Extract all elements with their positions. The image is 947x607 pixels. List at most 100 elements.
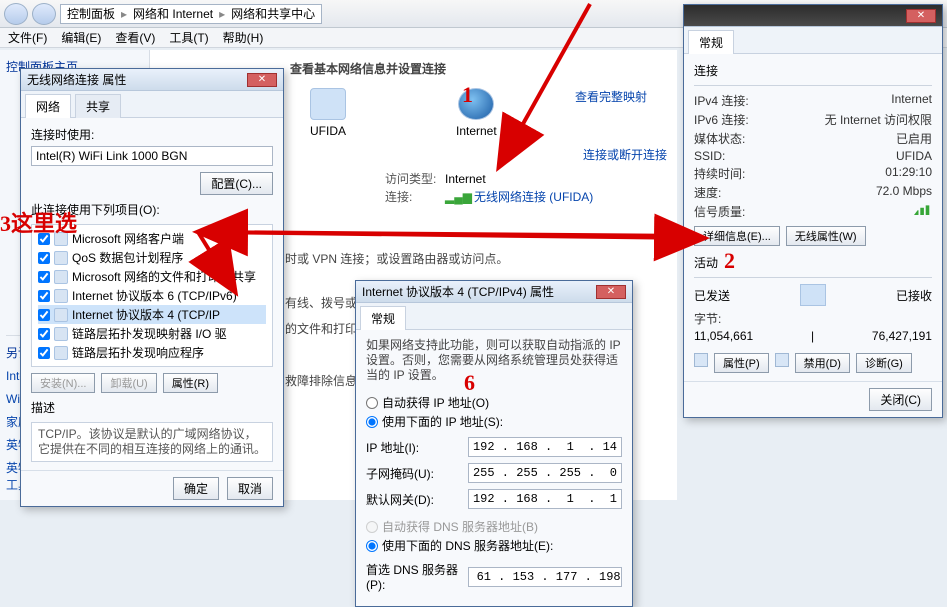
dns1-field[interactable] — [468, 567, 622, 587]
cancel-button[interactable]: 取消 — [227, 477, 273, 500]
breadcrumb-a[interactable]: 控制面板 — [67, 5, 115, 22]
ipv6-icon — [54, 289, 68, 303]
vpn-text: 时或 VPN 连接；或设置路由器或访问点。 — [285, 250, 508, 267]
mask-field[interactable] — [468, 463, 622, 483]
menu-edit[interactable]: 编辑(E) — [61, 29, 101, 46]
uninstall-button[interactable]: 卸载(U) — [101, 373, 156, 393]
section-title: 查看基本网络信息并设置连接 — [290, 60, 446, 77]
radio-manual-dns[interactable] — [366, 540, 378, 552]
conn-using-label: 连接时使用: — [31, 126, 273, 143]
tab-general-ipv4[interactable]: 常规 — [360, 306, 406, 330]
breadcrumb-c[interactable]: 网络和共享中心 — [231, 5, 315, 22]
radio-auto-ip[interactable] — [366, 397, 378, 409]
tab-network[interactable]: 网络 — [25, 94, 71, 118]
shield-icon-2 — [775, 353, 789, 367]
signal-icon: ▂▄▆ — [445, 190, 472, 204]
close-button[interactable]: 关闭(C) — [869, 388, 932, 411]
desc-label: 描述 — [31, 399, 273, 416]
qos-icon — [54, 251, 68, 265]
tab-share[interactable]: 共享 — [75, 94, 121, 118]
nav-back-button[interactable] — [4, 3, 28, 25]
access-type-label: 访问类型: — [385, 170, 445, 188]
wifiprops-title: 无线网络连接 属性 — [27, 71, 126, 88]
protocol-list: Microsoft 网络客户端 QoS 数据包计划程序 Microsoft 网络… — [31, 224, 273, 367]
chk-2[interactable] — [38, 271, 50, 283]
status-props-button[interactable]: 属性(P) — [714, 353, 769, 373]
chk-1[interactable] — [38, 252, 50, 264]
menu-tools[interactable]: 工具(T) — [169, 29, 208, 46]
item-2[interactable]: Microsoft 网络的文件和打印机共享 — [72, 268, 256, 285]
conn-value-link[interactable]: 无线网络连接 (UFIDA) — [474, 190, 593, 204]
ssid-value: UFIDA — [896, 149, 932, 163]
menu-file[interactable]: 文件(F) — [8, 29, 47, 46]
breadcrumb-b[interactable]: 网络和 Internet — [133, 5, 213, 22]
ipv4-value: Internet — [891, 92, 932, 109]
install-button[interactable]: 安装(N)... — [31, 373, 95, 393]
pc-icon — [310, 88, 346, 120]
spd-value: 72.0 Mbps — [876, 184, 932, 201]
menu-help[interactable]: 帮助(H) — [223, 29, 264, 46]
signal-bars-icon — [914, 203, 932, 215]
adapter-field[interactable] — [31, 146, 273, 166]
manual-dns-label[interactable]: 使用下面的 DNS 服务器地址(E): — [382, 537, 553, 554]
access-type-value: Internet — [445, 172, 486, 186]
bytes-label: 字节: — [694, 310, 721, 327]
shield-icon — [694, 353, 708, 367]
node-ufida: UFIDA — [310, 124, 346, 138]
configure-button[interactable]: 配置(C)... — [200, 172, 273, 195]
annotation-2: 2 — [724, 248, 735, 274]
ssid-label: SSID: — [694, 149, 725, 163]
lltd2-icon — [54, 346, 68, 360]
gateway-label: 默认网关(D): — [366, 491, 468, 508]
chk-6[interactable] — [38, 347, 50, 359]
radio-manual-ip[interactable] — [366, 416, 378, 428]
close-icon[interactable]: ✕ — [906, 9, 936, 23]
full-map-link[interactable]: 查看完整映射 — [575, 88, 647, 105]
item-0[interactable]: Microsoft 网络客户端 — [72, 230, 184, 247]
chk-5[interactable] — [38, 328, 50, 340]
chk-4[interactable] — [38, 309, 50, 321]
sent-label: 已发送 — [694, 287, 730, 304]
sent-value: 11,054,661 — [694, 329, 753, 343]
monitor-icon — [800, 284, 826, 306]
ok-button[interactable]: 确定 — [173, 477, 219, 500]
conn-label: 连接: — [385, 188, 445, 206]
properties-button[interactable]: 属性(R) — [163, 373, 218, 393]
details-button[interactable]: 详细信息(E)... — [694, 226, 780, 246]
auto-ip-label[interactable]: 自动获得 IP 地址(O) — [382, 394, 489, 411]
tab-general-status[interactable]: 常规 — [688, 30, 734, 54]
annotation-6: 6 — [464, 370, 475, 396]
ip-addr-field[interactable] — [468, 437, 622, 457]
node-internet: Internet — [456, 124, 497, 138]
breadcrumb[interactable]: 控制面板▸ 网络和 Internet▸ 网络和共享中心 — [60, 4, 322, 24]
ipv4-blurb: 如果网络支持此功能，则可以获取自动指派的 IP 设置。否则，您需要从网络系统管理… — [366, 338, 622, 383]
desc-box: TCP/IP。该协议是默认的广域网络协议，它提供在不同的相互连接的网络上的通讯。 — [31, 422, 273, 462]
item-1[interactable]: QoS 数据包计划程序 — [72, 249, 183, 266]
diag-button[interactable]: 诊断(G) — [856, 353, 912, 373]
item-6[interactable]: 链路层拓扑发现响应程序 — [72, 344, 204, 361]
dns1-label: 首选 DNS 服务器(P): — [366, 561, 468, 592]
close-icon[interactable]: ✕ — [247, 73, 277, 87]
ipv4-icon — [54, 308, 68, 322]
conn-link[interactable]: 连接或断开连接 — [583, 146, 667, 163]
mask-label: 子网掩码(U): — [366, 465, 468, 482]
close-icon[interactable]: ✕ — [596, 285, 626, 299]
wireless-props-button[interactable]: 无线属性(W) — [786, 226, 866, 246]
manual-ip-label[interactable]: 使用下面的 IP 地址(S): — [382, 413, 503, 430]
ip-addr-label: IP 地址(I): — [366, 439, 468, 456]
gateway-field[interactable] — [468, 489, 622, 509]
item-5[interactable]: 链路层拓扑发现映射器 I/O 驱 — [72, 325, 227, 342]
recv-label: 已接收 — [896, 287, 932, 304]
lltd1-icon — [54, 327, 68, 341]
spd-label: 速度: — [694, 184, 721, 201]
ipv6-value: 无 Internet 访问权限 — [825, 111, 932, 128]
chk-3[interactable] — [38, 290, 50, 302]
dur-value: 01:29:10 — [885, 165, 932, 182]
item-4[interactable]: Internet 协议版本 4 (TCP/IP — [72, 306, 220, 323]
menu-view[interactable]: 查看(V) — [115, 29, 155, 46]
dur-label: 持续时间: — [694, 165, 745, 182]
item-3[interactable]: Internet 协议版本 6 (TCP/IPv6) — [72, 287, 237, 304]
nav-fwd-button[interactable] — [32, 3, 56, 25]
disable-button[interactable]: 禁用(D) — [795, 353, 850, 373]
share-icon — [54, 270, 68, 284]
